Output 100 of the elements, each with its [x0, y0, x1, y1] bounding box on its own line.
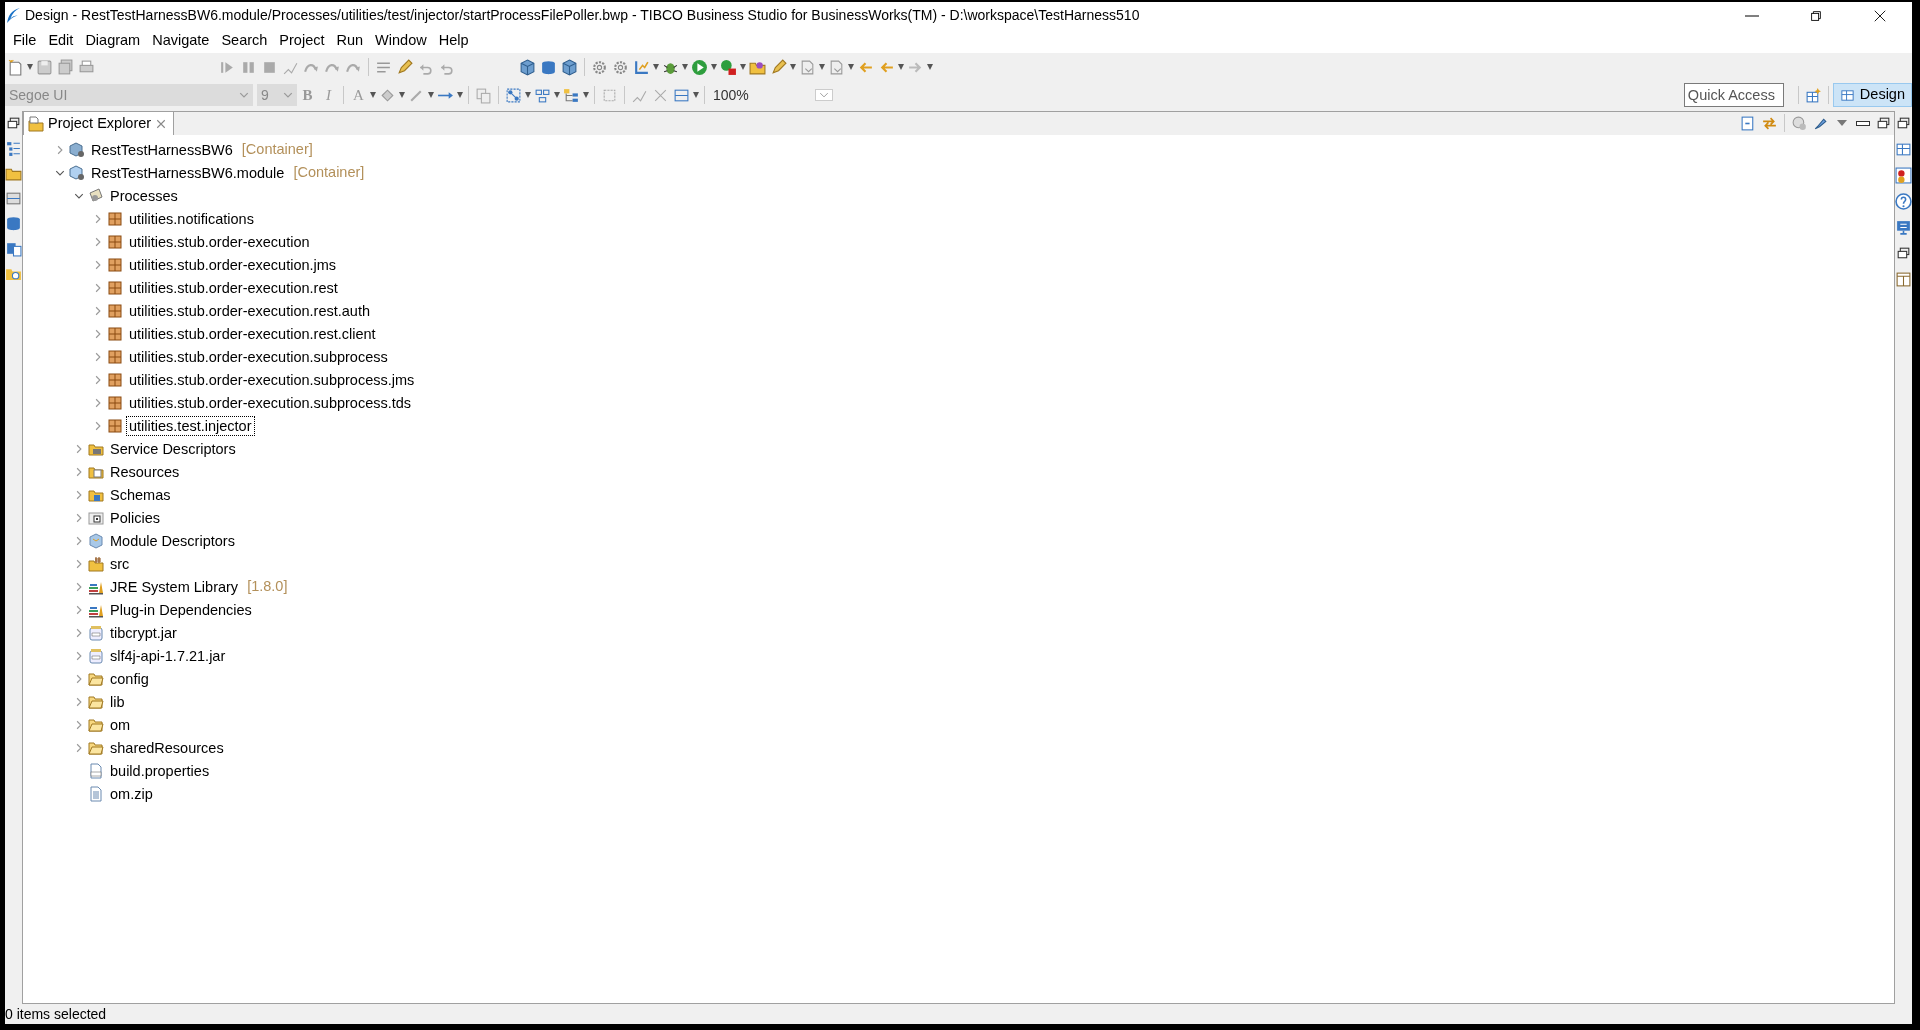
- pen-button[interactable]: [770, 57, 787, 77]
- tree-item[interactable]: Policies: [107, 507, 163, 528]
- caret-icon[interactable]: [427, 92, 435, 98]
- package-icon: [107, 348, 123, 365]
- tree-item[interactable]: utilities.stub.order-execution.rest.client: [126, 323, 379, 344]
- tree-item[interactable]: om.zip: [107, 783, 156, 804]
- folder-icon: [88, 555, 104, 572]
- cube-icon: [88, 532, 104, 549]
- package-icon: [107, 233, 123, 250]
- tree-item[interactable]: Plug-in Dependencies: [107, 599, 255, 620]
- chevron-down-icon: [239, 90, 249, 100]
- caret-icon[interactable]: [652, 64, 660, 70]
- caret-icon[interactable]: [692, 92, 700, 98]
- caret-icon[interactable]: [524, 92, 532, 98]
- tree-item[interactable]: utilities.stub.order-execution.subprocess.jms: [126, 369, 418, 390]
- folder-icon: [88, 739, 104, 756]
- folder-icon: [88, 693, 104, 710]
- caret-icon[interactable]: [710, 64, 718, 70]
- package-button[interactable]: [561, 57, 578, 77]
- layout-tree-icon: [563, 86, 580, 104]
- zoom-combobox[interactable]: 100%: [709, 84, 837, 106]
- window-title: Design - RestTestHarnessBW6.module/Processes/utilities/test/injector/startProcessFilePoller.bwp - TIBCO Business Studio for BusinessWorks(TM) - D:\workspace\TestHarness510: [25, 6, 1140, 25]
- tree-item[interactable]: tibcrypt.jar: [107, 622, 180, 643]
- tree-item[interactable]: Processes: [107, 185, 181, 206]
- help-button[interactable]: [1895, 191, 1912, 211]
- folder-icon: [88, 716, 104, 733]
- highlight-icon: [396, 58, 413, 76]
- tree-item[interactable]: RestTestHarnessBW6.module: [88, 162, 288, 183]
- close-icon[interactable]: [155, 117, 168, 130]
- cube-button[interactable]: [519, 57, 536, 77]
- caret-icon[interactable]: [897, 64, 905, 70]
- menu-item[interactable]: Search: [215, 30, 274, 52]
- external-run-button[interactable]: [720, 57, 737, 77]
- menu-item[interactable]: Edit: [42, 30, 80, 52]
- run-button[interactable]: [691, 57, 708, 77]
- tree-item[interactable]: config: [107, 668, 152, 689]
- tree-item[interactable]: Module Descriptors: [107, 530, 238, 551]
- caret-icon[interactable]: [847, 64, 855, 70]
- tree-item[interactable]: utilities.stub.order-execution.jms: [126, 254, 340, 275]
- menu-item[interactable]: Project: [273, 30, 331, 52]
- minimize-icon: [1855, 120, 1870, 126]
- caret-icon[interactable]: [26, 64, 34, 70]
- caret-icon[interactable]: [369, 92, 377, 98]
- package-icon: [107, 302, 123, 319]
- caret-icon[interactable]: [582, 92, 590, 98]
- tree-item[interactable]: utilities.stub.order-execution.rest: [126, 277, 341, 298]
- tree-item[interactable]: utilities.test.injector: [126, 415, 255, 436]
- new-button[interactable]: [7, 57, 24, 77]
- tree-item[interactable]: utilities.stub.order-execution: [126, 231, 313, 252]
- tree-item[interactable]: Schemas: [107, 484, 174, 505]
- copy-format-button[interactable]: [475, 85, 492, 105]
- caret-icon[interactable]: [818, 64, 826, 70]
- policy-icon: [88, 509, 104, 526]
- highlight-button[interactable]: [396, 57, 413, 77]
- menu-item[interactable]: Run: [330, 30, 370, 52]
- caret-icon[interactable]: [398, 92, 406, 98]
- tree-item[interactable]: utilities.stub.order-execution.rest.auth: [126, 300, 373, 321]
- tab-title: Project Explorer: [48, 113, 152, 133]
- chart-icon: [633, 58, 650, 76]
- tree-item[interactable]: utilities.notifications: [126, 208, 257, 229]
- caret-icon[interactable]: [681, 64, 689, 70]
- design-perspective-button[interactable]: Design: [1832, 83, 1912, 107]
- tree-item[interactable]: RestTestHarnessBW6: [88, 139, 236, 160]
- arrange-button[interactable]: [505, 85, 522, 105]
- save-all-icon: [57, 58, 74, 76]
- folder-icon: [88, 670, 104, 687]
- project-explorer-tab[interactable]: Project Explorer: [23, 111, 175, 135]
- tree-item[interactable]: Service Descriptors: [107, 438, 239, 459]
- tree-item[interactable]: Resources: [107, 461, 183, 482]
- caret-icon[interactable]: [553, 92, 561, 98]
- cube-gear-icon: [69, 141, 85, 158]
- tree-item[interactable]: lib: [107, 691, 128, 712]
- menu-item[interactable]: Diagram: [79, 30, 147, 52]
- caret-icon[interactable]: [789, 64, 797, 70]
- menu-item[interactable]: Navigate: [146, 30, 216, 52]
- view-menu-icon: [1836, 120, 1847, 126]
- jar-icon: [88, 647, 104, 664]
- tree-item[interactable]: om: [107, 714, 134, 735]
- caret-icon[interactable]: [926, 64, 934, 70]
- tree-item[interactable]: sharedResources: [107, 737, 227, 758]
- tree-item[interactable]: JRE System Library: [107, 576, 242, 597]
- tree-item[interactable]: utilities.stub.order-execution.subprocess.tds: [126, 392, 415, 413]
- save-all-button[interactable]: [57, 57, 74, 77]
- quick-access-field[interactable]: Quick Access: [1683, 83, 1784, 107]
- gear-icon: [591, 58, 608, 76]
- fill-color-icon: [379, 86, 396, 104]
- document-icon: [88, 785, 104, 802]
- jar-icon: [88, 624, 104, 641]
- caret-icon[interactable]: [739, 64, 747, 70]
- menu-item[interactable]: Help: [432, 30, 475, 52]
- menu-item[interactable]: File: [7, 30, 43, 52]
- caret-icon[interactable]: [456, 92, 464, 98]
- tree-item[interactable]: build.properties: [107, 760, 213, 781]
- menu-item[interactable]: Window: [369, 30, 433, 52]
- chevron-down-icon: [283, 90, 293, 100]
- tree-item[interactable]: src: [107, 553, 133, 574]
- cube-gear-icon: [69, 164, 85, 181]
- package-icon: [107, 417, 123, 434]
- tree-item[interactable]: utilities.stub.order-execution.subprocess: [126, 346, 391, 367]
- tree-item[interactable]: slf4j-api-1.7.21.jar: [107, 645, 229, 666]
